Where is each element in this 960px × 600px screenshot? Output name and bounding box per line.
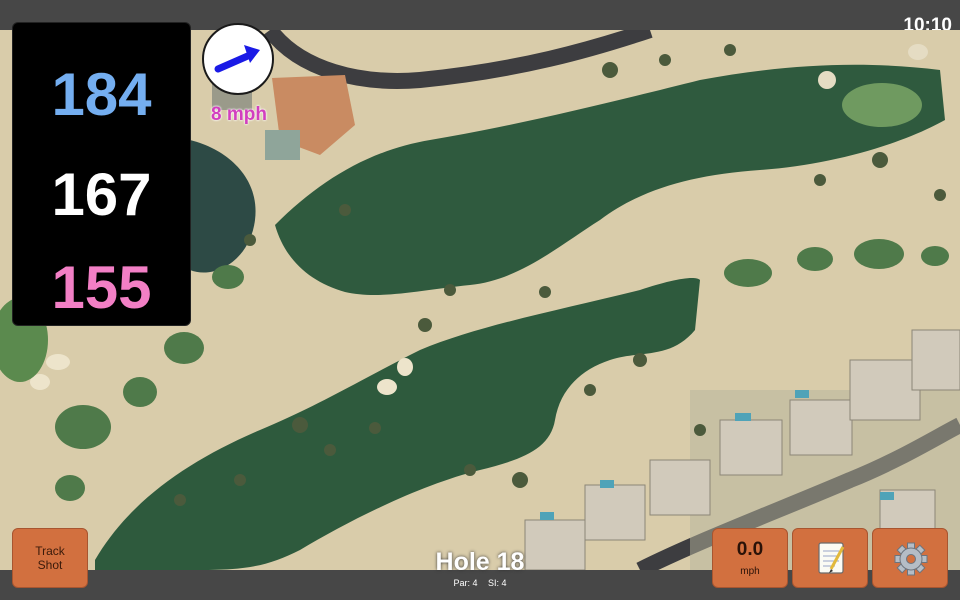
- wind-speed: 8 mph: [211, 104, 267, 125]
- hole-info: Par: 4 SI: 4: [380, 578, 580, 588]
- front-distance: 155: [51, 254, 152, 321]
- hole-par: Par: 4: [453, 578, 478, 588]
- settings-button[interactable]: [872, 528, 948, 588]
- speed-button[interactable]: 0.0 mph: [712, 528, 788, 588]
- notepad-icon: [818, 542, 845, 574]
- track-shot-label: Track Shot: [35, 544, 65, 572]
- track-shot-button[interactable]: Track Shot: [12, 528, 88, 588]
- hole-title: Hole 18: [435, 548, 525, 576]
- gear-icon: [894, 542, 928, 576]
- speed-value: 0.0: [736, 539, 764, 560]
- distance-panel: 184 167 155: [12, 22, 191, 326]
- notes-button[interactable]: [792, 528, 868, 588]
- back-distance: 184: [51, 61, 152, 128]
- wind-arrow-icon: [214, 45, 260, 73]
- middle-distance: 167: [51, 161, 152, 228]
- hole-si: SI: 4: [488, 578, 507, 588]
- speed-unit: mph: [740, 566, 760, 577]
- wind-indicator: [202, 23, 274, 95]
